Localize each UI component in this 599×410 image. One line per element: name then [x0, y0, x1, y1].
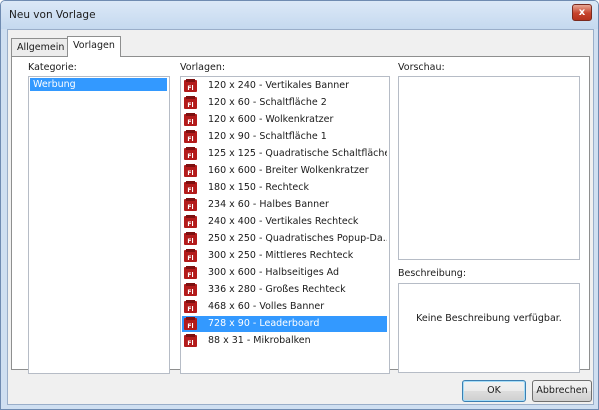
- vorlagen-item[interactable]: Fl 234 x 60 - Halbes Banner: [182, 197, 387, 213]
- vorlagen-item-label: 120 x 600 - Wolkenkratzer: [208, 114, 334, 125]
- vorlagen-item-label: 88 x 31 - Mikrobalken: [208, 335, 311, 346]
- svg-text:Fl: Fl: [187, 119, 193, 126]
- svg-text:Fl: Fl: [187, 204, 193, 211]
- flash-file-icon: Fl: [184, 266, 197, 279]
- vorlagen-item[interactable]: Fl 120 x 60 - Schaltfläche 2: [182, 95, 387, 111]
- close-button[interactable]: x: [572, 4, 592, 21]
- flash-file-icon: Fl: [184, 130, 197, 143]
- vorlagen-item[interactable]: Fl 180 x 150 - Rechteck: [182, 180, 387, 196]
- flash-file-icon: Fl: [184, 249, 197, 262]
- svg-text:Fl: Fl: [187, 272, 193, 279]
- vorlagen-item[interactable]: Fl 125 x 125 - Quadratische Schaltfläche: [182, 146, 387, 162]
- flash-file-icon: Fl: [184, 317, 197, 330]
- flash-file-icon: Fl: [184, 164, 197, 177]
- dialog-title: Neu von Vorlage: [9, 9, 96, 21]
- flash-file-icon: Fl: [184, 113, 197, 126]
- flash-file-icon: Fl: [184, 181, 197, 194]
- flash-file-icon: Fl: [184, 232, 197, 245]
- dialog-body: Allgemein Vorlagen Kategorie: Werbung Vo…: [7, 29, 594, 405]
- tab-vorlagen[interactable]: Vorlagen: [67, 36, 121, 57]
- close-icon: x: [578, 7, 586, 18]
- svg-text:Fl: Fl: [187, 85, 193, 92]
- flash-file-icon: Fl: [184, 79, 197, 92]
- flash-file-icon: Fl: [184, 215, 197, 228]
- tab-allgemein[interactable]: Allgemein: [11, 38, 71, 57]
- vorlagen-item-label: 160 x 600 - Breiter Wolkenkratzer: [208, 165, 369, 176]
- flash-file-icon: Fl: [184, 147, 197, 160]
- beschreibung-label: Beschreibung:: [398, 268, 467, 279]
- vorlagen-item-label: 336 x 280 - Großes Rechteck: [208, 284, 346, 295]
- svg-text:Fl: Fl: [187, 255, 193, 262]
- kategorie-label: Kategorie:: [28, 62, 77, 73]
- ok-button[interactable]: OK: [462, 380, 526, 402]
- svg-text:Fl: Fl: [187, 289, 193, 296]
- vorlagen-item[interactable]: Fl 468 x 60 - Volles Banner: [182, 299, 387, 315]
- vorlagen-item-label: 120 x 60 - Schaltfläche 2: [208, 97, 327, 108]
- vorlagen-item[interactable]: Fl 160 x 600 - Breiter Wolkenkratzer: [182, 163, 387, 179]
- svg-text:Fl: Fl: [187, 340, 193, 347]
- flash-file-icon: Fl: [184, 198, 197, 211]
- svg-text:Fl: Fl: [187, 102, 193, 109]
- svg-text:Fl: Fl: [187, 136, 193, 143]
- vorlagen-item-label: 300 x 600 - Halbseitiges Ad: [208, 267, 340, 278]
- flash-file-icon: Fl: [184, 283, 197, 296]
- tab-panel-vorlagen: Kategorie: Werbung Vorlagen: Fl 120 x 240…: [11, 56, 590, 374]
- beschreibung-text: Keine Beschreibung verfügbar.: [416, 313, 562, 324]
- vorlagen-item-label: 250 x 250 - Quadratisches Popup-Da...: [208, 233, 387, 244]
- vorlagen-item-label: 300 x 250 - Mittleres Rechteck: [208, 250, 354, 261]
- svg-text:Fl: Fl: [187, 323, 193, 330]
- flash-file-icon: Fl: [184, 300, 197, 313]
- beschreibung-panel: Keine Beschreibung verfügbar.: [398, 283, 580, 373]
- vorlagen-item-label: 180 x 150 - Rechteck: [208, 182, 309, 193]
- kategorie-list[interactable]: Werbung: [28, 76, 170, 374]
- vorlagen-item[interactable]: Fl 120 x 600 - Wolkenkratzer: [182, 112, 387, 128]
- svg-text:Fl: Fl: [187, 238, 193, 245]
- flash-file-icon: Fl: [184, 96, 197, 109]
- vorschau-panel: [398, 76, 580, 260]
- dialog-window: Neu von Vorlage x Allgemein Vorlagen Kat…: [0, 0, 599, 410]
- vorlagen-item-label: 234 x 60 - Halbes Banner: [208, 199, 329, 210]
- kategorie-item-werbung[interactable]: Werbung: [30, 78, 167, 91]
- vorlagen-item-label: 728 x 90 - Leaderboard: [208, 318, 320, 329]
- vorlagen-item-label: 120 x 240 - Vertikales Banner: [208, 80, 350, 91]
- vorlagen-item[interactable]: Fl 300 x 250 - Mittleres Rechteck: [182, 248, 387, 264]
- svg-text:Fl: Fl: [187, 306, 193, 313]
- vorlagen-item-label: 125 x 125 - Quadratische Schaltfläche: [208, 148, 387, 159]
- vorschau-label: Vorschau:: [398, 62, 445, 73]
- vorlagen-item[interactable]: Fl 250 x 250 - Quadratisches Popup-Da...: [182, 231, 387, 247]
- svg-text:Fl: Fl: [187, 221, 193, 228]
- vorlagen-item[interactable]: Fl 88 x 31 - Mikrobalken: [182, 333, 387, 349]
- svg-text:Fl: Fl: [187, 153, 193, 160]
- vorlagen-item-label: 120 x 90 - Schaltfläche 1: [208, 131, 327, 142]
- vorlagen-list[interactable]: Fl 120 x 240 - Vertikales Banner Fl 120 x 6…: [180, 76, 390, 374]
- vorlagen-item[interactable]: Fl 336 x 280 - Großes Rechteck: [182, 282, 387, 298]
- vorlagen-label: Vorlagen:: [180, 62, 226, 73]
- title-bar[interactable]: Neu von Vorlage x: [1, 1, 598, 29]
- vorlagen-item-label: 468 x 60 - Volles Banner: [208, 301, 325, 312]
- svg-text:Fl: Fl: [187, 170, 193, 177]
- vorlagen-item[interactable]: Fl 120 x 90 - Schaltfläche 1: [182, 129, 387, 145]
- vorlagen-item[interactable]: Fl 728 x 90 - Leaderboard: [182, 316, 387, 332]
- vorlagen-item[interactable]: Fl 240 x 400 - Vertikales Rechteck: [182, 214, 387, 230]
- vorlagen-item[interactable]: Fl 120 x 240 - Vertikales Banner: [182, 78, 387, 94]
- vorlagen-item[interactable]: Fl 300 x 600 - Halbseitiges Ad: [182, 265, 387, 281]
- cancel-button[interactable]: Abbrechen: [532, 380, 592, 402]
- flash-file-icon: Fl: [184, 334, 197, 347]
- svg-text:Fl: Fl: [187, 187, 193, 194]
- vorlagen-item-label: 240 x 400 - Vertikales Rechteck: [208, 216, 359, 227]
